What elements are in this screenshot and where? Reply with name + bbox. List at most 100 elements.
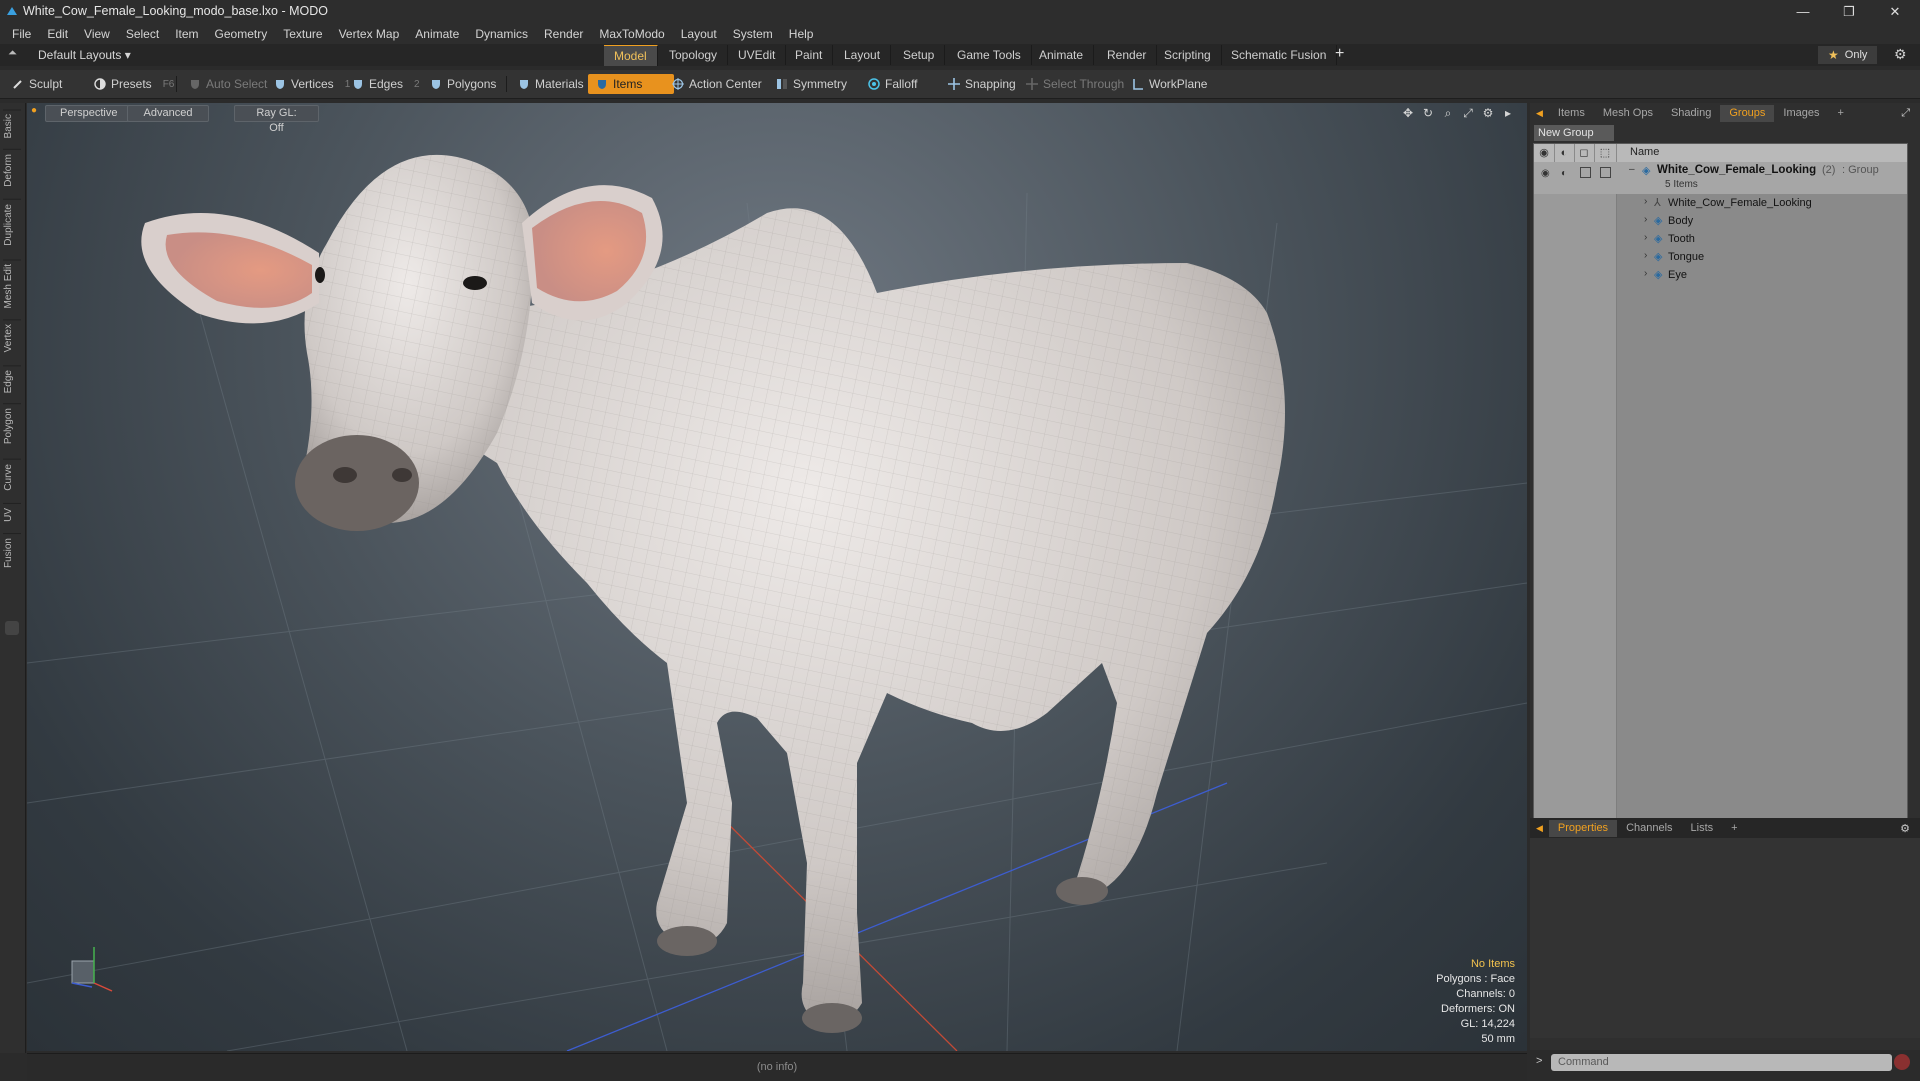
- expand-arrow-icon[interactable]: ›: [1644, 268, 1647, 279]
- 3d-viewport[interactable]: ● Perspective Advanced Ray GL: Off ✥ ↻ ⌕…: [27, 103, 1527, 1051]
- command-input[interactable]: Command: [1551, 1054, 1892, 1071]
- tab-properties[interactable]: Properties: [1548, 819, 1618, 837]
- action-center-button[interactable]: Action Center: [664, 74, 770, 94]
- rotate-icon[interactable]: ↻: [1421, 106, 1435, 120]
- perspective-dropdown[interactable]: Perspective: [45, 105, 129, 122]
- presets-button[interactable]: Presets F6: [86, 74, 182, 94]
- tab-scripting[interactable]: Scripting: [1154, 45, 1222, 65]
- lock-icon[interactable]: ◻: [1574, 144, 1595, 162]
- auto-select-button[interactable]: Auto Select: [181, 74, 275, 94]
- tab-model[interactable]: Model: [604, 45, 658, 66]
- render-icon[interactable]: ◐: [1561, 168, 1567, 179]
- tab-polygon[interactable]: Polygon: [3, 403, 21, 449]
- shading-dropdown[interactable]: Advanced: [127, 105, 209, 122]
- symmetry-button[interactable]: Symmetry: [768, 74, 855, 94]
- tab-setup[interactable]: Setup: [893, 45, 946, 65]
- add-layout-button[interactable]: +: [1335, 45, 1344, 63]
- collapse-icon[interactable]: ⏶: [8, 47, 17, 60]
- menu-layout[interactable]: Layout: [673, 27, 725, 41]
- tab-items[interactable]: Items: [1549, 105, 1594, 122]
- add-tab-button[interactable]: +: [1722, 820, 1746, 837]
- pan-icon[interactable]: ✥: [1401, 106, 1415, 120]
- tab-curve[interactable]: Curve: [3, 459, 21, 495]
- snapping-button[interactable]: Snapping: [940, 74, 1024, 94]
- menu-edit[interactable]: Edit: [39, 27, 76, 41]
- materials-button[interactable]: Materials: [510, 74, 592, 94]
- list-item[interactable]: › ◈ Eye: [1534, 267, 1907, 285]
- tab-game-tools[interactable]: Game Tools: [947, 45, 1032, 65]
- tab-fusion[interactable]: Fusion: [3, 533, 21, 573]
- only-toggle[interactable]: ★ Only: [1818, 46, 1878, 64]
- sculpt-button[interactable]: Sculpt: [4, 74, 92, 94]
- groups-list[interactable]: New Group ◉ ◐ ◻ ⬚ Name ◉ ◐ – ◈ White_Cow…: [1533, 125, 1908, 857]
- tab-paint[interactable]: Paint: [785, 45, 834, 65]
- raygl-toggle[interactable]: Ray GL: Off: [234, 105, 319, 134]
- items-button[interactable]: Items: [588, 74, 674, 94]
- polygons-button[interactable]: Polygons: [422, 74, 504, 94]
- expand-icon[interactable]: ⤢: [1901, 107, 1920, 120]
- eye-icon[interactable]: ◉: [1541, 168, 1550, 179]
- menu-item[interactable]: Item: [167, 27, 206, 41]
- new-group-button[interactable]: New Group: [1534, 125, 1614, 141]
- menu-texture[interactable]: Texture: [275, 27, 330, 41]
- tab-render[interactable]: Render: [1097, 45, 1158, 65]
- panel-menu-icon[interactable]: ◀: [1530, 108, 1549, 119]
- tab-layout[interactable]: Layout: [834, 45, 892, 65]
- tab-channels[interactable]: Channels: [1617, 820, 1681, 837]
- select-icon[interactable]: ⬚: [1594, 144, 1617, 162]
- render-icon[interactable]: ◐: [1554, 144, 1575, 162]
- menu-animate[interactable]: Animate: [407, 27, 467, 41]
- tab-lists[interactable]: Lists: [1682, 820, 1723, 837]
- menu-vertex-map[interactable]: Vertex Map: [331, 27, 408, 41]
- lock-checkbox[interactable]: [1580, 167, 1591, 178]
- restore-button[interactable]: ❐: [1826, 0, 1872, 23]
- menu-view[interactable]: View: [76, 27, 118, 41]
- panel-settings-icon[interactable]: ⚙: [1900, 822, 1920, 835]
- layouts-dropdown[interactable]: Default Layouts ▾: [38, 48, 131, 62]
- panel-toggle-button[interactable]: [5, 621, 19, 635]
- stop-record-icon[interactable]: [1894, 1054, 1910, 1070]
- tab-duplicate[interactable]: Duplicate: [3, 199, 21, 250]
- tab-mesh-edit[interactable]: Mesh Edit: [3, 259, 21, 313]
- expand-arrow-icon[interactable]: ▸: [1501, 106, 1515, 120]
- menu-file[interactable]: File: [0, 27, 39, 41]
- menu-maxtomodo[interactable]: MaxToModo: [591, 27, 672, 41]
- falloff-button[interactable]: Falloff: [860, 74, 925, 94]
- tab-edge[interactable]: Edge: [3, 365, 21, 398]
- workplane-button[interactable]: WorkPlane: [1124, 74, 1215, 94]
- tab-groups[interactable]: Groups: [1720, 105, 1775, 122]
- menu-system[interactable]: System: [725, 27, 781, 41]
- expand-arrow-icon[interactable]: ›: [1644, 196, 1647, 207]
- tab-uv[interactable]: UV: [3, 503, 21, 526]
- menu-render[interactable]: Render: [536, 27, 591, 41]
- expand-arrow-icon[interactable]: ›: [1644, 250, 1647, 261]
- tab-schematic-fusion[interactable]: Schematic Fusion: [1221, 45, 1338, 65]
- gear-icon[interactable]: ⚙: [1894, 46, 1907, 63]
- tab-deform[interactable]: Deform: [3, 149, 21, 191]
- select-through-button[interactable]: Select Through: [1018, 74, 1132, 94]
- close-button[interactable]: ✕: [1872, 0, 1918, 23]
- menu-dynamics[interactable]: Dynamics: [467, 27, 536, 41]
- list-item[interactable]: › ◈ Tongue: [1534, 249, 1907, 267]
- list-item[interactable]: › ◈ Body: [1534, 213, 1907, 231]
- group-row[interactable]: ◉ ◐ – ◈ White_Cow_Female_Looking (2) : G…: [1534, 162, 1907, 194]
- tab-vertex[interactable]: Vertex: [3, 319, 21, 357]
- viewport-settings-icon[interactable]: ⚙: [1481, 106, 1495, 120]
- tab-images[interactable]: Images: [1774, 105, 1828, 122]
- menu-geometry[interactable]: Geometry: [207, 27, 276, 41]
- list-item[interactable]: › ◈ Tooth: [1534, 231, 1907, 249]
- menu-help[interactable]: Help: [781, 27, 822, 41]
- panel-menu-icon[interactable]: ◀: [1530, 823, 1549, 834]
- menu-select[interactable]: Select: [118, 27, 167, 41]
- expand-arrow-icon[interactable]: ›: [1644, 214, 1647, 225]
- collapse-arrow-icon[interactable]: –: [1629, 164, 1635, 175]
- tab-topology[interactable]: Topology: [659, 45, 729, 65]
- eye-icon[interactable]: ◉: [1534, 144, 1555, 162]
- tab-animate[interactable]: Animate: [1029, 45, 1095, 65]
- fit-icon[interactable]: ⤢: [1461, 106, 1475, 120]
- select-checkbox[interactable]: [1600, 167, 1611, 178]
- zoom-icon[interactable]: ⌕: [1441, 106, 1455, 120]
- expand-arrow-icon[interactable]: ›: [1644, 232, 1647, 243]
- tab-basic[interactable]: Basic: [3, 109, 21, 143]
- add-tab-button[interactable]: +: [1829, 105, 1853, 122]
